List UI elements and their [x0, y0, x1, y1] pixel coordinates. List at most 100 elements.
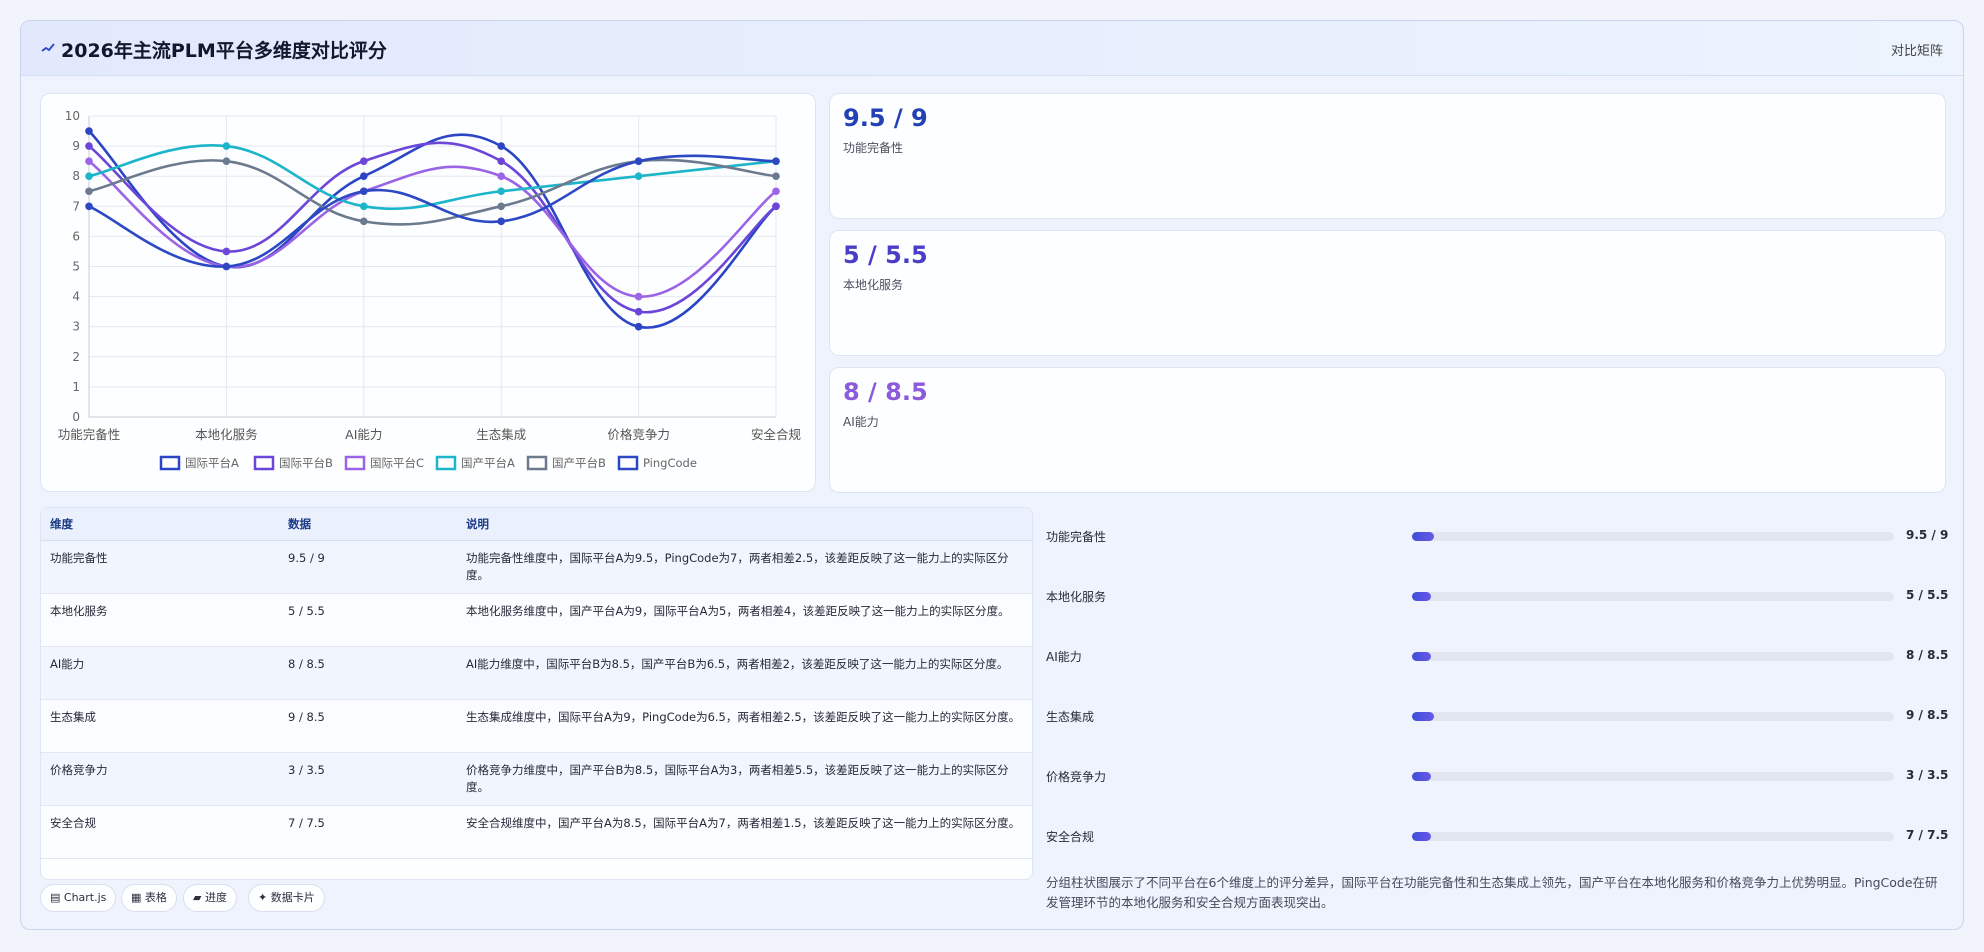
stat-card-3: 8 / 8.5 AI能力: [829, 367, 1946, 493]
cell-dimension: AI能力: [41, 646, 279, 700]
progress-track: [1412, 652, 1894, 661]
progress-fill: [1412, 832, 1432, 841]
legend-label: PingCode: [643, 456, 697, 470]
cell-description: 功能完备性维度中，国际平台A为9.5，PingCode为7，两者相差2.5，该差…: [457, 540, 1032, 594]
x-tick-label: 安全合规: [751, 427, 801, 442]
stat-card-2: 5 / 5.5 本地化服务: [829, 230, 1946, 356]
data-point: [360, 202, 368, 211]
chip-data-card[interactable]: ✦ 数据卡片: [248, 884, 325, 912]
table-row: 安全合规 7 / 7.5 安全合规维度中，国产平台A为8.5，国际平台A为7，两…: [41, 805, 1032, 859]
y-tick-label: 3: [72, 320, 80, 334]
table-row: 功能完备性 9.5 / 9 功能完备性维度中，国际平台A为9.5，PingCod…: [41, 540, 1032, 594]
data-point: [222, 157, 231, 165]
column-header: 说明: [457, 508, 1032, 541]
legend-label: 国产平台A: [461, 456, 515, 470]
legend-label: 国产平台B: [552, 456, 606, 470]
data-point: [772, 157, 780, 165]
cell-dimension: 生态集成: [41, 699, 279, 753]
progress-track: [1412, 832, 1894, 841]
data-point: [497, 142, 506, 150]
legend-swatch: [344, 455, 366, 471]
y-tick-label: 1: [72, 380, 80, 394]
data-point: [772, 202, 780, 211]
series-line: [88, 160, 777, 298]
y-tick-label: 2: [72, 350, 80, 364]
line-chart: 0 1 2 3 4 5 6 7 8 9 10 功能完备性 本地化服务 AI能力 生态集成 价格竞争力 安全合规国…: [58, 109, 801, 471]
progress-track: [1412, 772, 1894, 781]
progress-label: 本地化服务: [1046, 590, 1107, 604]
stat-value: 5 / 5.5: [843, 241, 928, 269]
stat-card-1: 9.5 / 9 功能完备性: [829, 93, 1946, 219]
cell-description: 价格竞争力维度中，国产平台B为8.5，国际平台A为3，两者相差5.5，该差距反映…: [457, 752, 1032, 806]
cell-dimension: 本地化服务: [41, 593, 279, 647]
legend-swatch: [617, 455, 639, 471]
progress-label: 安全合规: [1046, 830, 1095, 844]
data-point: [85, 157, 93, 165]
data-point: [360, 217, 368, 226]
legend-swatch: [435, 455, 457, 471]
data-point: [634, 292, 643, 301]
column-header: 维度: [41, 508, 279, 541]
progress-label: 功能完备性: [1046, 530, 1107, 544]
data-point: [360, 172, 368, 180]
progress-track: [1412, 712, 1894, 721]
main-panel: 2026年主流PLM平台多维度对比评分 对比矩阵 0 1 2 3 4 5 6 7 8 9 10 功能完…: [20, 20, 1964, 930]
progress-value: 3 / 3.5: [1906, 768, 1949, 782]
table-header-row: 维度 数据 说明: [41, 508, 1032, 541]
data-point: [634, 322, 643, 331]
data-point: [360, 157, 368, 165]
progress-value: 5 / 5.5: [1906, 588, 1949, 602]
y-tick-label: 8: [72, 169, 80, 183]
stat-label: AI能力: [843, 415, 879, 429]
data-point: [772, 187, 780, 196]
progress-track: [1412, 532, 1894, 541]
legend-swatch: [159, 455, 181, 471]
x-tick-label: 生态集成: [476, 427, 526, 442]
progress-label: AI能力: [1046, 650, 1082, 664]
page-title: 2026年主流PLM平台多维度对比评分: [61, 40, 387, 62]
panel-header: 2026年主流PLM平台多维度对比评分 对比矩阵: [21, 21, 1963, 76]
legend-label: 国际平台C: [370, 456, 424, 470]
y-tick-label: 4: [72, 290, 80, 304]
progress-fill: [1412, 532, 1434, 541]
series-line: [88, 144, 777, 211]
y-tick-label: 7: [72, 199, 80, 213]
table-row: 价格竞争力 3 / 3.5 价格竞争力维度中，国产平台B为8.5，国际平台A为3…: [41, 752, 1032, 806]
x-tick-label: 功能完备性: [58, 427, 121, 442]
data-point: [634, 172, 643, 180]
data-point: [497, 187, 506, 196]
table-row: 生态集成 9 / 8.5 生态集成维度中，国际平台A为9，PingCode为6.…: [41, 699, 1032, 753]
x-tick-label: 价格竞争力: [607, 427, 670, 442]
cell-data: 3 / 3.5: [279, 752, 457, 806]
table-row: AI能力 8 / 8.5 AI能力维度中，国际平台B为8.5，国产平台B为6.5…: [41, 646, 1032, 700]
y-tick-label: 0: [72, 410, 80, 424]
x-tick-label: 本地化服务: [195, 427, 258, 442]
y-tick-label: 9: [72, 139, 80, 153]
progress-value: 7 / 7.5: [1906, 828, 1949, 842]
cell-data: 7 / 7.5: [279, 805, 457, 859]
data-table: 维度 数据 说明 功能完备性 9.5 / 9 功能完备性维度中，国际平台A为9.…: [41, 508, 1032, 859]
data-point: [497, 217, 506, 226]
progress-fill: [1412, 652, 1432, 661]
data-point: [85, 187, 93, 196]
progress-track: [1412, 592, 1894, 601]
data-point: [634, 157, 643, 165]
progress-fill: [1412, 592, 1432, 601]
chip-progress[interactable]: ▰ 进度: [183, 884, 237, 912]
cell-data: 8 / 8.5: [279, 646, 457, 700]
data-point: [497, 202, 506, 211]
legend-swatch: [253, 455, 275, 471]
column-header: 数据: [279, 508, 457, 541]
legend-swatch: [526, 455, 548, 471]
progress-row: 安全合规 7 / 7.5: [1046, 826, 1949, 846]
cell-dimension: 安全合规: [41, 805, 279, 859]
matrix-tag: 对比矩阵: [1890, 44, 1943, 59]
chip-table[interactable]: ▦ 表格: [121, 884, 177, 912]
data-point: [85, 142, 93, 150]
cell-dimension: 价格竞争力: [41, 752, 279, 806]
progress-value: 8 / 8.5: [1906, 648, 1949, 662]
chip-chartjs[interactable]: ▤ Chart.js: [40, 884, 117, 912]
x-tick-label: AI能力: [345, 427, 382, 442]
y-tick-label: 10: [65, 109, 80, 123]
data-table-card: 维度 数据 说明 功能完备性 9.5 / 9 功能完备性维度中，国际平台A为9.…: [40, 507, 1033, 880]
